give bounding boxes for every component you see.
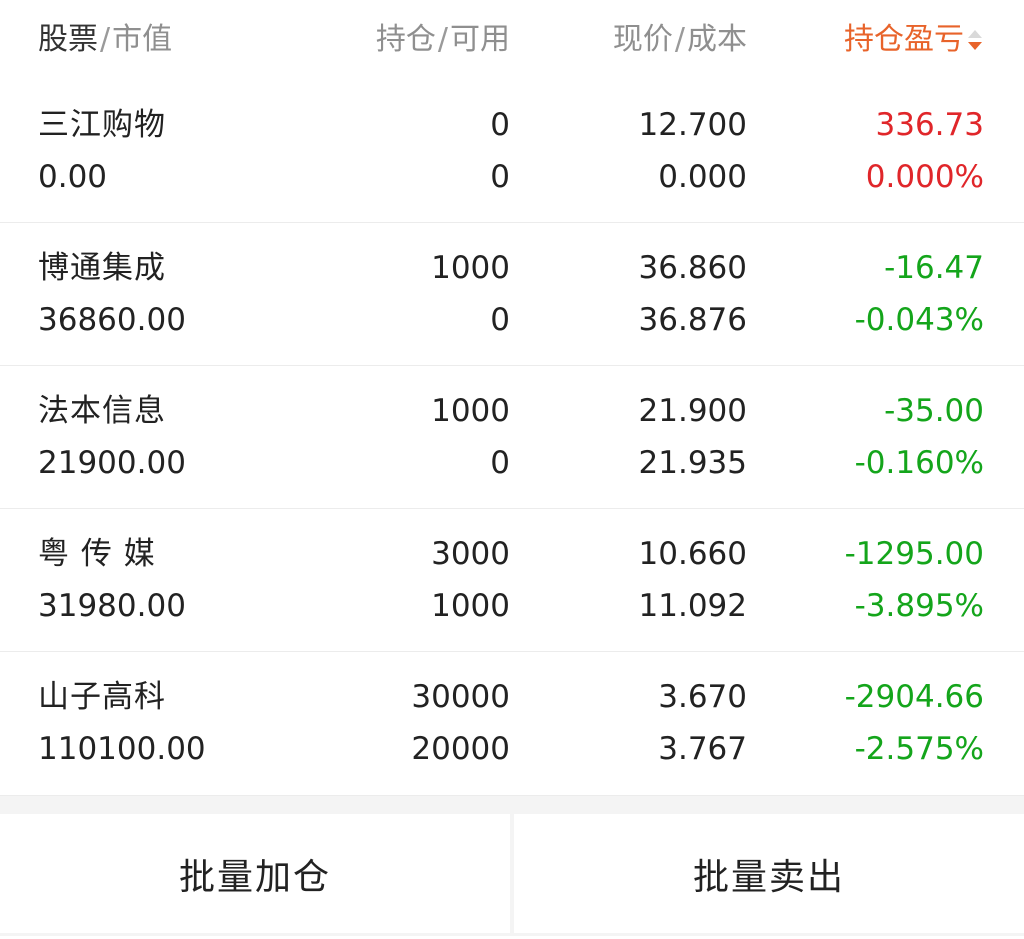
profit-loss-pct: -0.043% — [854, 302, 984, 338]
stock-name: 三江购物 — [38, 107, 166, 143]
profit-loss-pct: 0.000% — [865, 159, 984, 195]
profit-loss: -16.47 — [884, 250, 984, 286]
holdings-header: 股票/市值 持仓/可用 现价/成本 持仓盈亏 — [0, 0, 1024, 80]
header-separator: / — [437, 22, 448, 57]
market-value: 110100.00 — [38, 731, 206, 767]
cost-label: 成本 — [687, 22, 747, 57]
stock-label: 股票 — [38, 22, 98, 57]
profit-loss-pct: -0.160% — [854, 445, 984, 481]
position-qty: 1000 — [431, 393, 510, 429]
available-qty: 1000 — [431, 588, 510, 624]
market-value: 0.00 — [38, 159, 108, 195]
current-price: 12.700 — [638, 107, 747, 143]
stock-name: 法本信息 — [38, 393, 166, 429]
current-price: 10.660 — [638, 536, 747, 572]
profit-loss: -2904.66 — [844, 679, 984, 715]
market-value: 31980.00 — [38, 588, 186, 624]
price-label: 现价 — [612, 22, 673, 57]
profit-loss: 336.73 — [875, 107, 984, 143]
holding-row[interactable]: 山子高科 110100.00 30000 20000 3.670 3.767 -… — [0, 652, 1024, 796]
position-qty: 0 — [490, 107, 510, 143]
stock-name: 粤 传 媒 — [38, 536, 156, 572]
action-bar: 批量加仓 批量卖出 — [0, 814, 1024, 936]
available-qty: 0 — [490, 159, 510, 195]
available-label: 可用 — [450, 22, 510, 57]
section-divider — [0, 796, 1024, 814]
header-separator: / — [100, 22, 111, 57]
available-qty: 0 — [490, 445, 510, 481]
profit-loss: -35.00 — [884, 393, 984, 429]
stock-column-header[interactable]: 股票/市值 — [38, 20, 172, 60]
market-value-label: 市值 — [112, 22, 173, 57]
holding-row[interactable]: 法本信息 21900.00 1000 0 21.900 21.935 -35.0… — [0, 366, 1024, 509]
cost-price: 21.935 — [638, 445, 747, 481]
stock-name: 博通集成 — [38, 250, 166, 286]
header-separator: / — [674, 22, 685, 57]
profit-loss-pct: -3.895% — [854, 588, 984, 624]
available-qty: 0 — [490, 302, 510, 338]
pl-label: 持仓盈亏 — [844, 22, 964, 57]
available-qty: 20000 — [411, 731, 510, 767]
position-column-header[interactable]: 持仓/可用 — [376, 20, 510, 60]
sort-icon[interactable] — [966, 27, 984, 53]
pl-column-header[interactable]: 持仓盈亏 — [844, 20, 964, 60]
cost-price: 36.876 — [638, 302, 747, 338]
price-column-header[interactable]: 现价/成本 — [613, 20, 747, 60]
cost-price: 3.767 — [658, 731, 747, 767]
position-qty: 1000 — [431, 250, 510, 286]
position-label: 持仓 — [375, 22, 436, 57]
cost-price: 0.000 — [658, 159, 747, 195]
current-price: 36.860 — [638, 250, 747, 286]
market-value: 36860.00 — [38, 302, 186, 338]
current-price: 21.900 — [638, 393, 747, 429]
holding-row[interactable]: 三江购物 0.00 0 0 12.700 0.000 336.73 0.000% — [0, 80, 1024, 223]
cost-price: 11.092 — [638, 588, 747, 624]
stock-name: 山子高科 — [38, 679, 166, 715]
batch-add-button[interactable]: 批量加仓 — [0, 814, 510, 933]
position-qty: 3000 — [431, 536, 510, 572]
profit-loss-pct: -2.575% — [854, 731, 984, 767]
market-value: 21900.00 — [38, 445, 186, 481]
profit-loss: -1295.00 — [844, 536, 984, 572]
current-price: 3.670 — [658, 679, 747, 715]
position-qty: 30000 — [411, 679, 510, 715]
batch-sell-button[interactable]: 批量卖出 — [514, 814, 1024, 933]
holding-row[interactable]: 博通集成 36860.00 1000 0 36.860 36.876 -16.4… — [0, 223, 1024, 366]
holding-row[interactable]: 粤 传 媒 31980.00 3000 1000 10.660 11.092 -… — [0, 509, 1024, 652]
holdings-list: 三江购物 0.00 0 0 12.700 0.000 336.73 0.000%… — [0, 80, 1024, 796]
